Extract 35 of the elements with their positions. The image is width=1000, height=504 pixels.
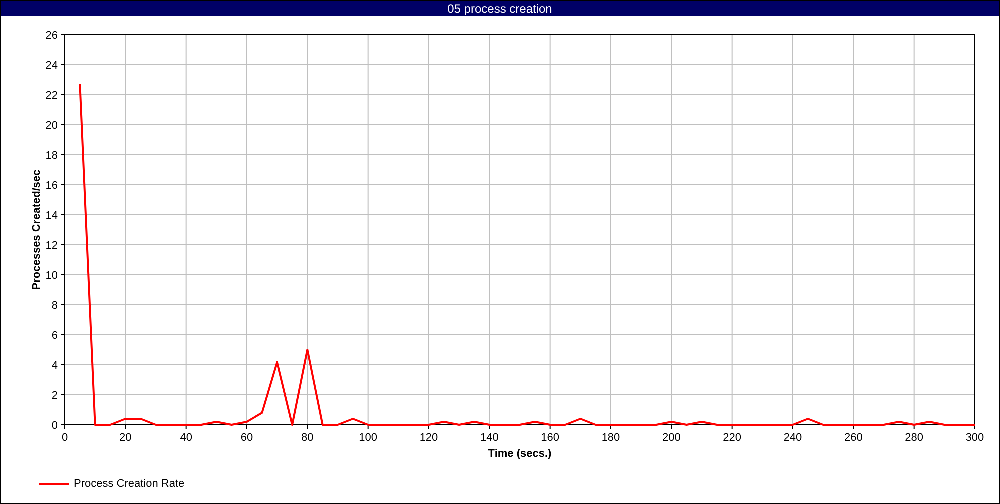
y-tick-label: 26	[46, 30, 58, 42]
y-tick-label: 22	[46, 90, 58, 102]
y-tick-label: 0	[52, 420, 58, 432]
x-tick-label: 200	[662, 432, 681, 444]
x-tick-label: 180	[602, 432, 620, 444]
y-tick-label: 24	[46, 60, 58, 72]
y-axis-title: Processes Created/sec	[31, 170, 43, 290]
y-tick-label: 4	[52, 360, 58, 372]
x-axis-title: Time (secs.)	[488, 448, 552, 460]
x-tick-label: 220	[723, 432, 742, 444]
x-tick-label: 240	[784, 432, 802, 444]
y-tick-label: 20	[46, 120, 58, 132]
x-tick-label: 80	[302, 432, 314, 444]
x-tick-label: 20	[120, 432, 132, 444]
legend-line-icon	[39, 483, 69, 486]
y-tick-label: 14	[46, 210, 58, 222]
x-tick-label: 300	[966, 432, 984, 444]
x-tick-label: 140	[480, 432, 499, 444]
x-tick-label: 60	[240, 432, 254, 444]
y-tick-label: 12	[46, 240, 58, 252]
y-tick-label: 16	[46, 180, 58, 192]
y-tick-label: 2	[52, 390, 58, 402]
x-tick-label: 260	[844, 432, 863, 444]
x-tick-label: 120	[420, 432, 438, 444]
x-tick-label: 100	[359, 432, 378, 444]
y-tick-label: 18	[46, 150, 58, 162]
x-tick-label: 40	[180, 432, 192, 444]
x-tick-label: 280	[905, 432, 924, 444]
legend-label: Process Creation Rate	[74, 477, 185, 492]
x-tick-label: 0	[62, 432, 68, 444]
window-title: 05 process creation	[448, 2, 552, 14]
y-tick-label: 8	[52, 300, 58, 312]
y-tick-label: 6	[52, 330, 58, 342]
x-tick-label: 160	[541, 432, 560, 444]
y-tick-label: 10	[46, 270, 58, 282]
